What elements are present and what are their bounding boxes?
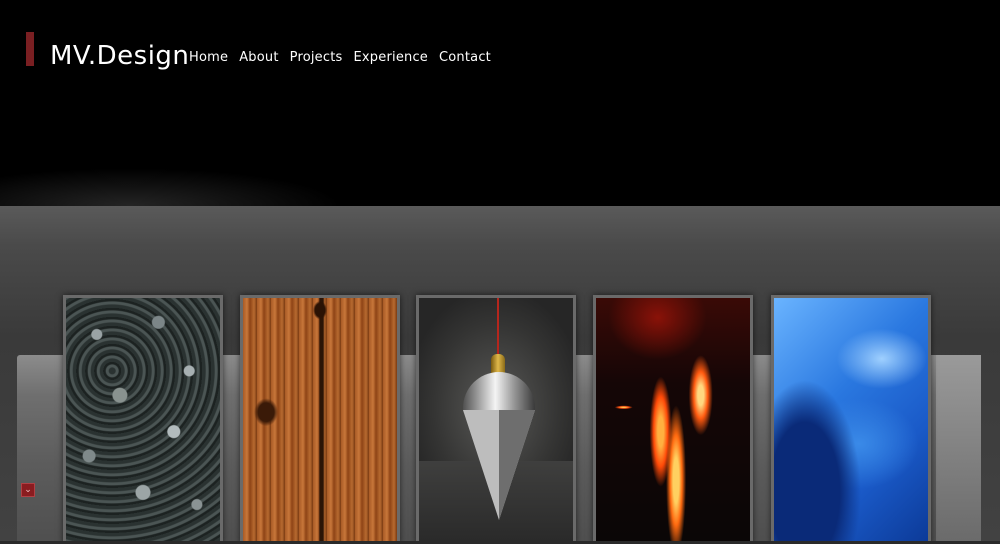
accent-bar — [26, 32, 34, 66]
water-panel[interactable] — [771, 295, 931, 544]
nav-contact[interactable]: Contact — [439, 50, 491, 66]
nav-experience[interactable]: Experience — [354, 50, 429, 66]
brand-logo[interactable]: MV.Design — [50, 38, 189, 74]
header: MV.Design Home About Projects Experience… — [0, 0, 1000, 206]
header-glow — [0, 120, 1000, 206]
gallery-stage: ⌄ — [0, 206, 1000, 544]
main-nav: Home About Projects Experience Contact — [189, 50, 491, 66]
nav-home[interactable]: Home — [189, 50, 228, 66]
shelf-edge — [936, 355, 981, 544]
nav-about[interactable]: About — [239, 50, 278, 66]
pendulum-cone-shade — [499, 410, 535, 520]
lava-panel[interactable] — [593, 295, 753, 544]
stones-panel[interactable] — [63, 295, 223, 544]
nav-projects[interactable]: Projects — [290, 50, 343, 66]
pendulum-string — [497, 298, 499, 356]
wood-panel[interactable] — [240, 295, 400, 544]
chevron-down-icon[interactable]: ⌄ — [21, 483, 35, 497]
pendulum-panel[interactable] — [416, 295, 576, 544]
